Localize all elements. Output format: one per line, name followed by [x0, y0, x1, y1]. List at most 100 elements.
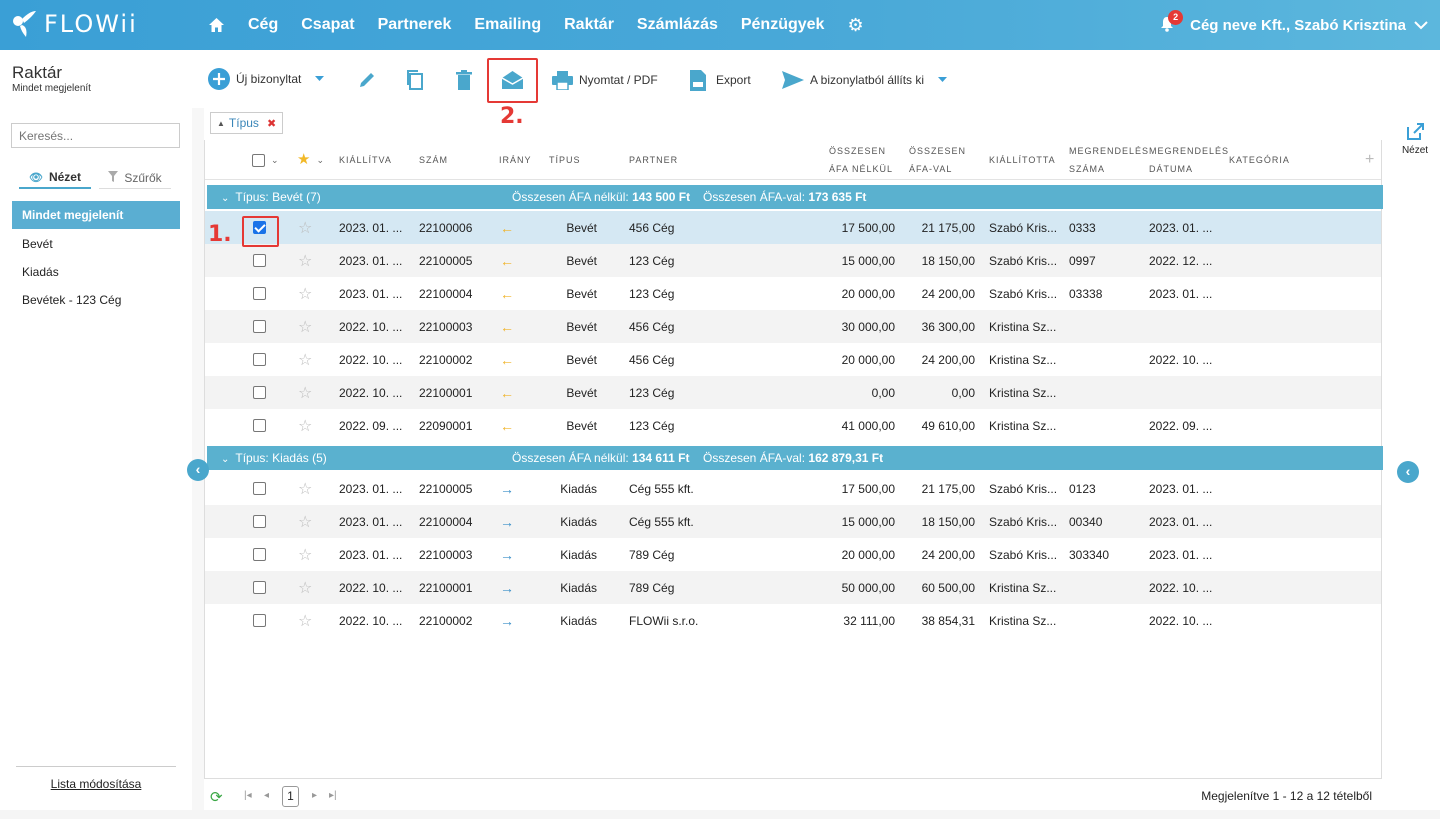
row-checkbox[interactable]	[253, 505, 266, 538]
select-all-checkbox[interactable]: ⌄	[252, 140, 280, 180]
nav-item-partnerek[interactable]: Partnerek	[378, 16, 452, 34]
col-order-date[interactable]: MEGRENDELÉS DÁTUMA	[1149, 140, 1229, 180]
row-checkbox[interactable]	[253, 571, 266, 604]
chevron-down-icon[interactable]: ⌄	[271, 151, 280, 169]
favorite-star-header-icon[interactable]: ★ ⌄	[297, 140, 324, 180]
first-page-icon[interactable]: |◂	[244, 790, 252, 801]
last-page-icon[interactable]: ▸|	[329, 790, 337, 801]
col-order-number-line1: MEGRENDELÉS	[1069, 146, 1150, 156]
col-partner[interactable]: PARTNER	[629, 140, 678, 180]
col-net-total[interactable]: ÖSSZESEN ÁFA NÉLKÜL	[829, 140, 893, 180]
row-checkbox[interactable]	[253, 310, 266, 343]
favorite-star-icon[interactable]: ☆	[298, 277, 312, 310]
filter-chip-type[interactable]: ▲ Típus ✖	[210, 112, 284, 134]
caret-down-icon[interactable]	[938, 77, 948, 83]
row-checkbox[interactable]	[253, 472, 266, 505]
table-row[interactable]: ☆ 2022. 10. ... 22100001 → Kiadás 789 Cég 50 0…	[205, 571, 1381, 604]
row-checkbox[interactable]	[253, 376, 266, 409]
group-header[interactable]: ⌄ Típus: Kiadás (5) Összesen ÁFA nélkül: 1…	[207, 446, 1383, 470]
edit-pencil-icon[interactable]	[357, 68, 377, 92]
new-document-button[interactable]: Új bizonyltat	[208, 67, 325, 91]
favorite-star-icon[interactable]: ☆	[298, 310, 312, 343]
search-input[interactable]	[11, 123, 180, 148]
settings-gear-icon[interactable]: ⚙	[847, 15, 863, 36]
col-category[interactable]: KATEGÓRIA	[1229, 140, 1290, 180]
group-header[interactable]: ⌄ Típus: Bevét (7) Összesen ÁFA nélkül: 14…	[207, 185, 1383, 209]
caret-down-icon[interactable]	[315, 76, 325, 82]
table-row[interactable]: ☆ 2023. 01. ... 22100004 → Kiadás Cég 555 kft…	[205, 505, 1381, 538]
row-checkbox[interactable]	[253, 538, 266, 571]
row-checkbox[interactable]	[253, 604, 266, 637]
table-row[interactable]: ☆ 2022. 10. ... 22100002 → Kiadás FLOWii s.r.…	[205, 604, 1381, 637]
nav-item-csapat[interactable]: Csapat	[301, 16, 354, 34]
edit-list-link[interactable]: Lista módosítása	[16, 766, 176, 791]
sidebar-item-bevet[interactable]: Bevét	[12, 230, 180, 258]
table-row[interactable]: ☆ 2022. 10. ... 22100003 ← Bevét 456 Cég 30 00…	[205, 310, 1381, 343]
row-checkbox[interactable]	[253, 409, 266, 442]
sidebar-item-kiadas[interactable]: Kiadás	[12, 258, 180, 286]
nav-item-raktar[interactable]: Raktár	[564, 16, 614, 34]
table-row[interactable]: ☆ 2023. 01. ... 22100006 ← Bevét 456 Cég 17 50…	[205, 211, 1381, 244]
favorite-star-icon[interactable]: ☆	[298, 343, 312, 376]
copy-icon[interactable]	[405, 68, 425, 92]
table-row[interactable]: ☆ 2023. 01. ... 22100003 → Kiadás 789 Cég 20 0…	[205, 538, 1381, 571]
notification-bell-icon[interactable]: 2	[1160, 10, 1184, 34]
tab-filters[interactable]: Szűrők	[99, 167, 171, 189]
trash-icon[interactable]	[455, 68, 473, 92]
favorite-star-icon[interactable]: ☆	[298, 211, 312, 244]
row-checkbox[interactable]	[253, 277, 266, 310]
favorite-star-icon[interactable]: ☆	[298, 409, 312, 442]
col-gross-total[interactable]: ÖSSZESEN ÁFA-VAL	[909, 140, 966, 180]
export-button[interactable]: Export	[690, 68, 751, 92]
tab-view[interactable]: 👁 Nézet	[19, 167, 91, 189]
chevron-down-icon: ⌄	[221, 193, 230, 204]
cell-issued: 2023. 01. ...	[339, 220, 403, 235]
next-page-icon[interactable]: ▸	[312, 790, 317, 801]
sidebar-item-bevetek-123[interactable]: Bevétek - 123 Cég	[12, 286, 180, 314]
cell-direction: →	[500, 472, 514, 505]
favorite-star-icon[interactable]: ☆	[298, 376, 312, 409]
cell-direction: ←	[500, 244, 514, 277]
collapse-left-chevron-icon[interactable]: ‹	[187, 459, 209, 481]
nav-item-ceg[interactable]: Cég	[248, 16, 278, 34]
flowii-logo[interactable]: FLOWii	[12, 9, 138, 39]
row-checkbox[interactable]	[253, 343, 266, 376]
expand-right-chevron-icon[interactable]: ‹	[1397, 461, 1419, 483]
table-row[interactable]: ☆ 2022. 10. ... 22100001 ← Bevét 123 Cég 0,00 0…	[205, 376, 1381, 409]
col-number[interactable]: SZÁM	[419, 140, 448, 180]
nav-item-emailing[interactable]: Emailing	[474, 16, 541, 34]
col-issued[interactable]: KIÁLLÍTVA	[339, 140, 392, 180]
chevron-down-icon[interactable]	[1414, 17, 1428, 33]
col-issued-by[interactable]: KIÁLLÍTOTTA	[989, 140, 1056, 180]
table-row[interactable]: ☆ 2022. 10. ... 22100002 ← Bevét 456 Cég 20 00…	[205, 343, 1381, 376]
add-column-plus-icon[interactable]: +	[1365, 140, 1375, 180]
favorite-star-icon[interactable]: ☆	[298, 538, 312, 571]
favorite-star-icon[interactable]: ☆	[298, 472, 312, 505]
issue-from-document-button[interactable]: A bizonylatból állíts ki	[782, 68, 948, 92]
favorite-star-icon[interactable]: ☆	[298, 571, 312, 604]
print-pdf-button[interactable]: Nyomtat / PDF	[552, 68, 658, 92]
table-row[interactable]: ☆ 2023. 01. ... 22100005 → Kiadás Cég 555 kft…	[205, 472, 1381, 505]
current-page[interactable]: 1	[282, 786, 299, 807]
col-direction[interactable]: IRÁNY	[499, 140, 532, 180]
favorite-star-icon[interactable]: ☆	[298, 604, 312, 637]
sidebar-item-all[interactable]: Mindet megjelenít	[12, 201, 180, 229]
table-row[interactable]: ☆ 2022. 09. ... 22090001 ← Bevét 123 Cég 41 00…	[205, 409, 1381, 442]
user-company-label[interactable]: Cég neve Kft., Szabó Krisztina	[1190, 17, 1406, 34]
col-type[interactable]: TÍPUS	[549, 140, 581, 180]
previous-page-icon[interactable]: ◂	[264, 790, 269, 801]
nav-item-penzugyek[interactable]: Pénzügyek	[741, 16, 825, 34]
refresh-icon[interactable]: ⟳	[210, 788, 223, 806]
col-order-number[interactable]: MEGRENDELÉS SZÁMA	[1069, 140, 1149, 180]
user-menu[interactable]: 2 Cég neve Kft., Szabó Krisztina	[1160, 0, 1428, 50]
table-row[interactable]: ☆ 2023. 01. ... 22100004 ← Bevét 123 Cég 20 00…	[205, 277, 1381, 310]
nav-item-szamlazas[interactable]: Számlázás	[637, 16, 718, 34]
home-icon[interactable]	[204, 13, 228, 37]
table-row[interactable]: ☆ 2023. 01. ... 22100005 ← Bevét 123 Cég 15 00…	[205, 244, 1381, 277]
favorite-star-icon[interactable]: ☆	[298, 505, 312, 538]
close-icon[interactable]: ✖	[267, 117, 276, 130]
group-gross-total: Összesen ÁFA-val: 173 635 Ft	[703, 190, 866, 204]
row-checkbox[interactable]	[253, 244, 266, 277]
favorite-star-icon[interactable]: ☆	[298, 244, 312, 277]
open-view-panel[interactable]: Nézet	[1398, 122, 1432, 156]
